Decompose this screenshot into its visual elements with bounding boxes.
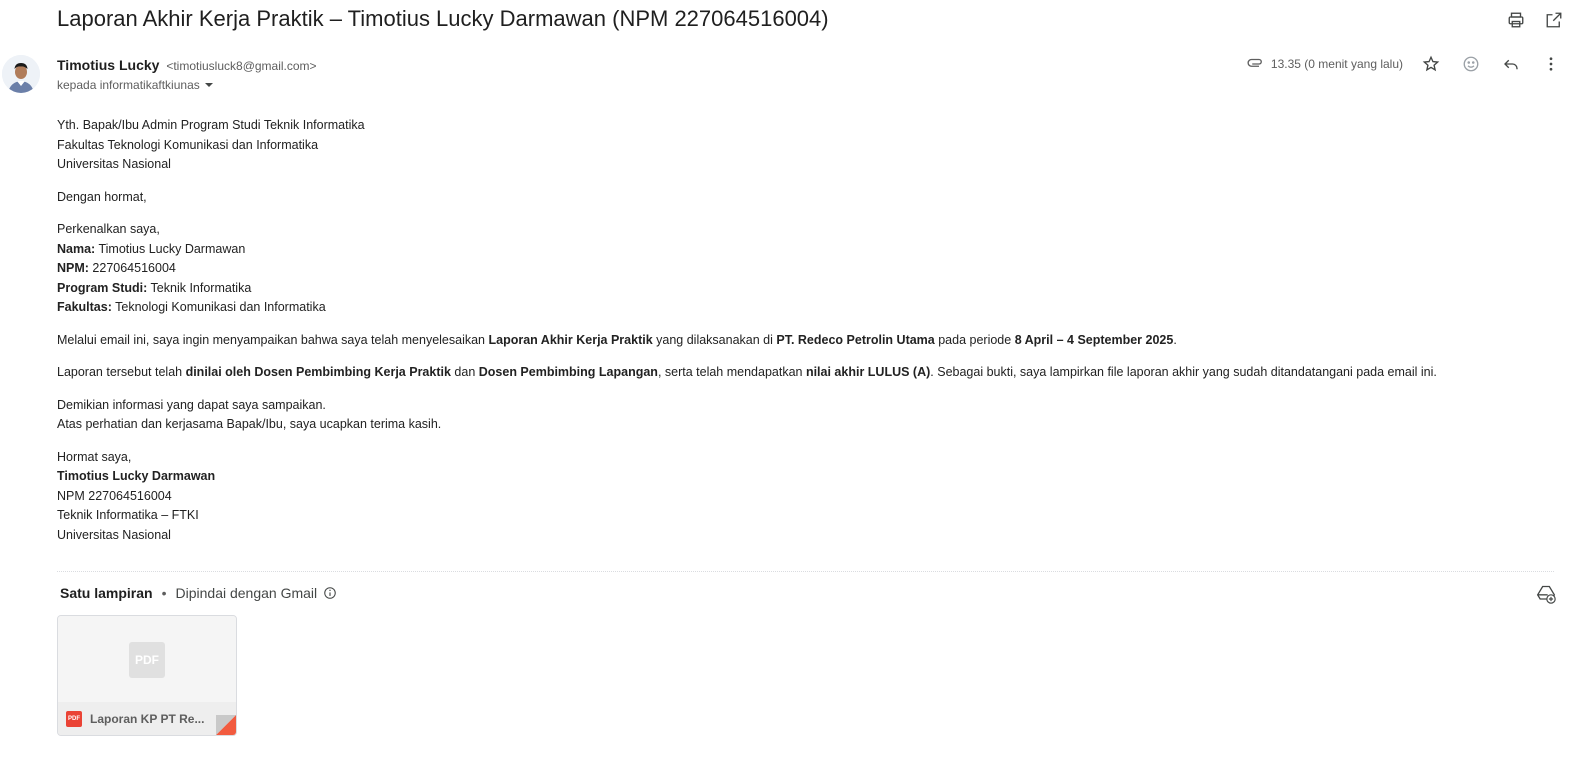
star-icon[interactable] [1421,54,1441,74]
page-corner-fold [216,715,236,735]
intro-block: Perkenalkan saya, Nama: Timotius Lucky D… [57,222,326,314]
pdf-icon: PDF [129,642,165,678]
message-meta: 13.35 (0 menit yang lalu) [1247,54,1561,74]
salutation: Dengan hormat, [57,189,147,204]
paragraph-completion: Melalui email ini, saya ingin menyampaik… [57,332,1177,347]
open-in-new-icon[interactable] [1544,10,1564,30]
more-vert-icon[interactable] [1541,54,1561,74]
scanned-label: Dipindai dengan Gmail [175,585,318,601]
print-icon[interactable] [1506,10,1526,30]
pdf-file-icon: PDF [66,710,82,727]
paragraph-evaluation: Laporan tersebut telah dinilai oleh Dose… [57,365,1437,379]
signature: Hormat saya, Timotius Lucky Darmawan NPM… [57,449,216,542]
attachments-divider [57,571,1554,572]
attachment-card[interactable]: PDF PDF Laporan KP PT Re... [57,615,237,736]
sender-email: <timotiusluck8@gmail.com> [166,59,317,73]
dropdown-icon[interactable] [204,80,214,90]
emoji-icon[interactable] [1461,54,1481,74]
top-toolbar [1506,10,1564,30]
attachments-header: Satu lampiran • Dipindai dengan Gmail [60,585,337,601]
attachment-icon [1247,58,1262,67]
message-time: 13.35 (0 menit yang lalu) [1270,57,1403,71]
sender-name[interactable]: Timotius Lucky [57,57,159,73]
greeting: Yth. Bapak/Ibu Admin Program Studi Tekni… [57,118,365,171]
sender: Timotius Lucky <timotiusluck8@gmail.com> [57,57,317,73]
attachment-filename: Laporan KP PT Re... [90,711,205,726]
closing: Demikian informasi yang dapat saya sampa… [57,397,442,432]
message-body: Yth. Bapak/Ibu Admin Program Studi Tekni… [57,116,1557,558]
recipient-details[interactable]: kepada informatikaftkiunas [57,78,214,92]
attachments-count: Satu lampiran [60,585,153,601]
separator-dot: • [161,585,167,601]
avatar[interactable] [2,55,40,93]
attachment-thumbnail[interactable]: PDF [58,616,236,702]
reply-icon[interactable] [1501,54,1521,74]
email-subject: Laporan Akhir Kerja Praktik – Timotius L… [57,6,829,31]
recipient-label: kepada informatikaftkiunas [57,78,200,92]
add-to-drive-icon[interactable] [1536,584,1556,604]
info-icon[interactable] [323,586,337,600]
